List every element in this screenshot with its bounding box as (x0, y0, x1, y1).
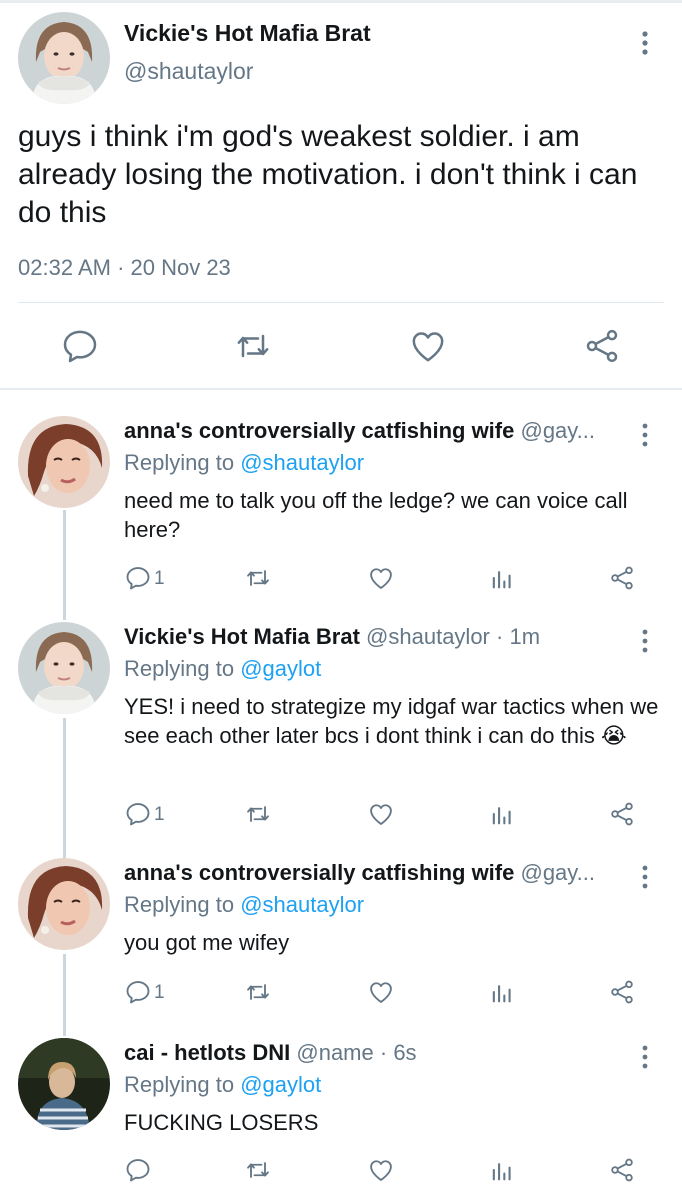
more-icon[interactable] (633, 28, 657, 58)
thread-line (63, 510, 66, 620)
share-icon[interactable] (608, 1156, 640, 1188)
replying-to: Replying to @gaylot (124, 1072, 321, 1098)
more-icon[interactable] (633, 862, 657, 892)
reply-header: anna's controversially catfishing wife @… (124, 418, 629, 444)
analytics-icon[interactable] (488, 800, 520, 832)
mention-link[interactable]: @gaylot (240, 656, 321, 681)
replying-prefix: Replying to (124, 450, 235, 475)
reply-text: you got me wifey (124, 930, 290, 955)
share-icon[interactable] (608, 800, 640, 832)
thread-line (63, 718, 66, 858)
reply-count: 1 (154, 804, 165, 825)
replying-prefix: Replying to (124, 892, 235, 917)
reply-text: FUCKING LOSERS (124, 1110, 319, 1135)
avatar[interactable] (18, 12, 110, 104)
reply-time: · 6s (379, 1040, 417, 1065)
like-icon[interactable] (367, 564, 399, 596)
analytics-icon[interactable] (488, 564, 520, 596)
more-icon[interactable] (633, 626, 657, 656)
author-handle[interactable]: @gay... (520, 418, 595, 443)
retweet-icon[interactable] (244, 978, 276, 1010)
replying-to: Replying to @shautaylor (124, 450, 364, 476)
more-icon[interactable] (633, 420, 657, 450)
divider (18, 302, 664, 303)
author-handle[interactable]: @gay... (520, 860, 595, 885)
like-icon[interactable] (408, 326, 448, 366)
tweet-timestamp[interactable]: 02:32 AM · 20 Nov 23 (18, 255, 231, 281)
mention-link[interactable]: @shautaylor (240, 450, 364, 475)
replying-to: Replying to @gaylot (124, 656, 321, 682)
reply-button[interactable] (124, 1156, 184, 1188)
mention-link[interactable]: @gaylot (240, 1072, 321, 1097)
analytics-icon[interactable] (488, 1156, 520, 1188)
reply-header: anna's controversially catfishing wife @… (124, 860, 629, 886)
like-icon[interactable] (367, 800, 399, 832)
share-icon[interactable] (582, 326, 622, 366)
replying-prefix: Replying to (124, 1072, 235, 1097)
author-name[interactable]: anna's controversially catfishing wife (124, 418, 514, 443)
reply-icon[interactable] (60, 326, 100, 366)
divider (0, 388, 682, 390)
replying-prefix: Replying to (124, 656, 235, 681)
retweet-icon[interactable] (244, 1156, 276, 1188)
main-tweet: Vickie's Hot Mafia Brat @shautaylor guys… (0, 0, 682, 388)
reply-time: · 1m (496, 624, 541, 649)
reply-count: 1 (154, 982, 165, 1003)
share-icon[interactable] (608, 978, 640, 1010)
author-handle[interactable]: @shautaylor (366, 624, 490, 649)
avatar[interactable] (18, 858, 110, 950)
reply-header: cai - hetlots DNI @name · 6s (124, 1040, 629, 1066)
analytics-icon[interactable] (488, 978, 520, 1010)
more-icon[interactable] (633, 1042, 657, 1072)
reply-count: 1 (154, 568, 165, 589)
tweet-text: guys i think i'm god's weakest soldier. … (18, 120, 638, 229)
reply-text: need me to talk you off the ledge? we ca… (124, 488, 628, 542)
avatar[interactable] (18, 416, 110, 508)
author-name[interactable]: Vickie's Hot Mafia Brat (124, 20, 371, 47)
replying-to: Replying to @shautaylor (124, 892, 364, 918)
reply-button[interactable]: 1 (124, 978, 184, 1010)
author-handle[interactable]: @shautaylor (124, 58, 253, 85)
retweet-icon[interactable] (244, 800, 276, 832)
thread-line (63, 954, 66, 1036)
avatar[interactable] (18, 1038, 110, 1130)
reply-button[interactable]: 1 (124, 564, 184, 596)
reply-icon (124, 1156, 184, 1184)
author-handle[interactable]: @name (296, 1040, 373, 1065)
reply-header: Vickie's Hot Mafia Brat @shautaylor · 1m (124, 624, 629, 650)
share-icon[interactable] (608, 564, 640, 596)
avatar[interactable] (18, 622, 110, 714)
like-icon[interactable] (367, 978, 399, 1010)
reply-button[interactable]: 1 (124, 800, 184, 832)
retweet-icon[interactable] (244, 564, 276, 596)
author-name[interactable]: anna's controversially catfishing wife (124, 860, 514, 885)
retweet-icon[interactable] (233, 326, 273, 366)
author-name[interactable]: Vickie's Hot Mafia Brat (124, 624, 360, 649)
like-icon[interactable] (367, 1156, 399, 1188)
reply-text: YES! i need to strategize my idgaf war t… (124, 694, 659, 748)
mention-link[interactable]: @shautaylor (240, 892, 364, 917)
author-name[interactable]: cai - hetlots DNI (124, 1040, 290, 1065)
